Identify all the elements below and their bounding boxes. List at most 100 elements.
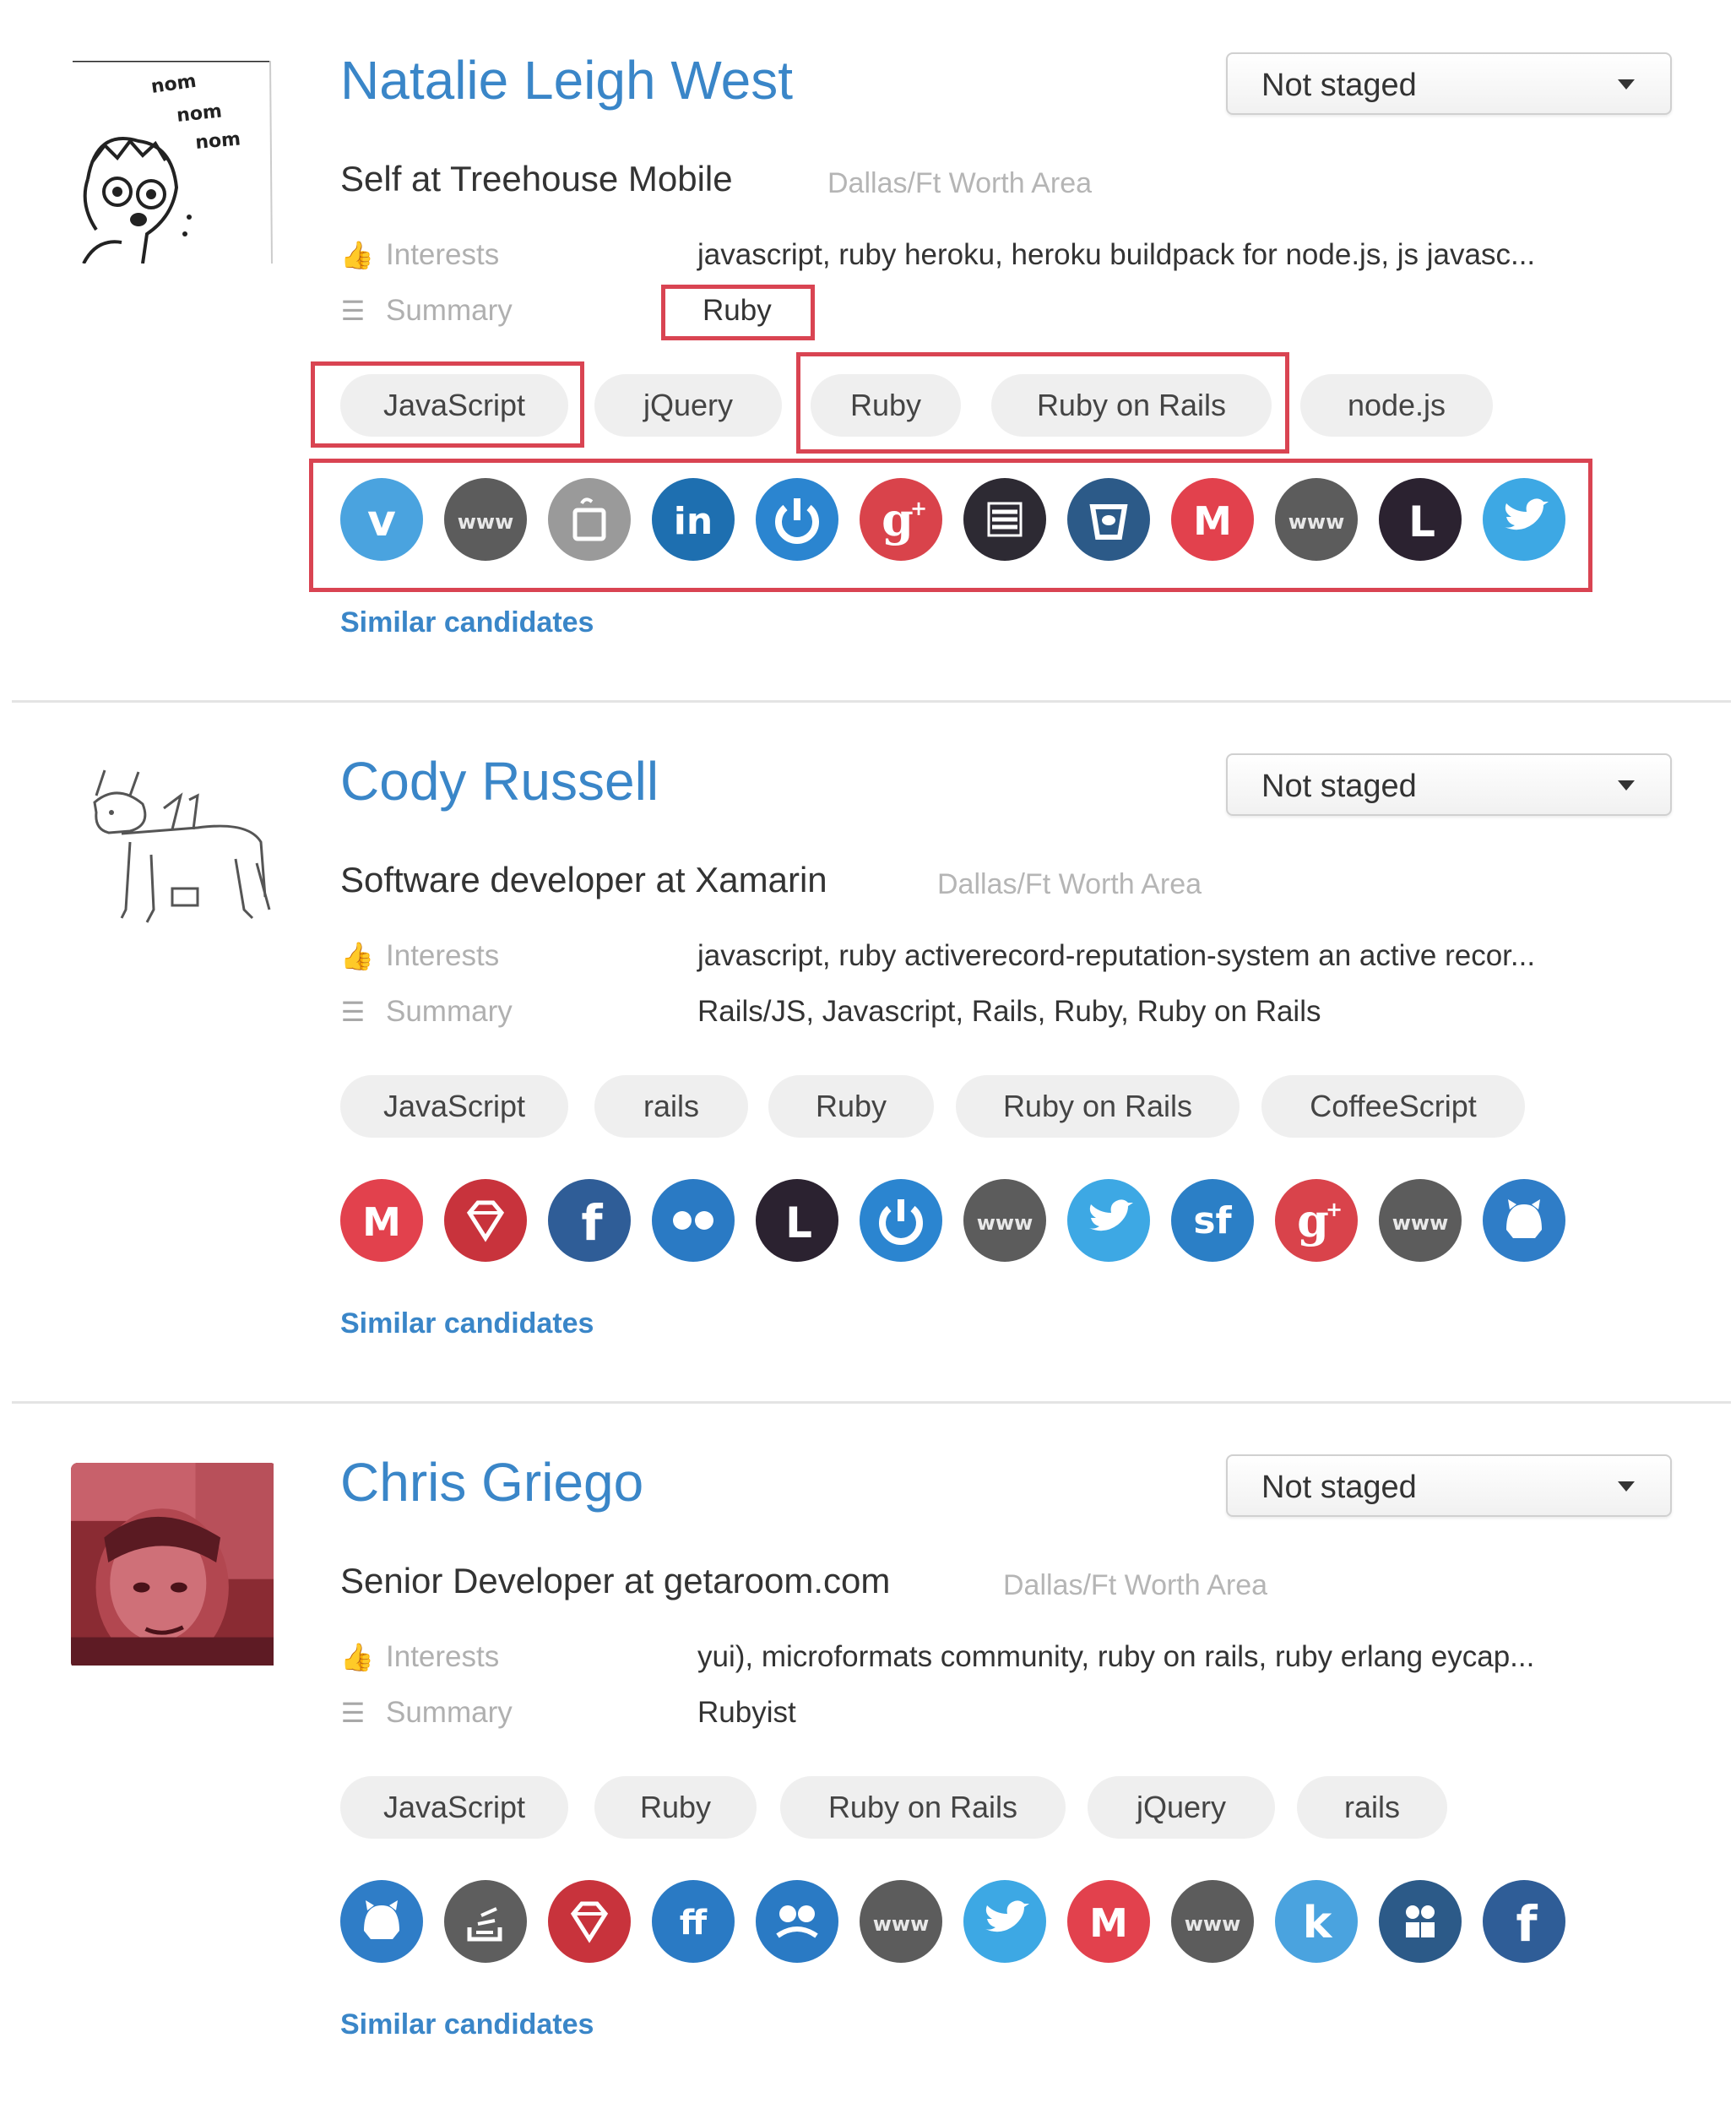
chevron-down-icon — [1618, 1481, 1635, 1492]
cup-icon[interactable] — [548, 478, 631, 561]
website-icon[interactable]: www — [1171, 1880, 1254, 1963]
skill-tag[interactable]: JavaScript — [340, 374, 568, 437]
google-plus-icon[interactable]: g + — [1275, 1179, 1358, 1262]
power-icon[interactable] — [860, 1179, 942, 1262]
website-icon[interactable]: www — [1275, 478, 1358, 561]
letter-l-icon[interactable]: L — [1379, 478, 1462, 561]
thumbs-up-icon: 👍 — [340, 1642, 374, 1672]
candidate-location: Dallas/Ft Worth Area — [827, 167, 1093, 199]
skill-tag[interactable]: Ruby — [768, 1075, 934, 1138]
meetup-icon[interactable]: M — [1067, 1880, 1150, 1963]
twitter-icon[interactable] — [1067, 1179, 1150, 1262]
meetup-icon[interactable]: M — [1171, 478, 1254, 561]
facebook-icon[interactable]: f — [1483, 1880, 1565, 1963]
candidate-headline: Senior Developer at getaroom.com — [340, 1561, 891, 1600]
summary-value: Ruby — [703, 294, 772, 327]
friendfeed-icon[interactable]: ff — [652, 1880, 735, 1963]
twitter-icon[interactable] — [963, 1880, 1046, 1963]
skill-tag[interactable]: Ruby — [811, 374, 961, 437]
website-icon[interactable]: www — [444, 478, 527, 561]
people-icon[interactable] — [756, 1880, 838, 1963]
website-icon[interactable]: www — [1379, 1179, 1462, 1262]
svg-text:M: M — [1193, 498, 1232, 544]
svg-text:v: v — [367, 496, 396, 546]
skill-tag[interactable]: Ruby — [594, 1776, 757, 1839]
skill-tag[interactable]: JavaScript — [340, 1075, 568, 1138]
klout-icon[interactable]: k — [1275, 1880, 1358, 1963]
svg-text:g: g — [1297, 1193, 1329, 1247]
facebook-icon[interactable]: f — [548, 1179, 631, 1262]
skill-tag[interactable]: rails — [1297, 1776, 1447, 1839]
website-icon[interactable]: www — [860, 1880, 942, 1963]
github-icon[interactable] — [1483, 1179, 1565, 1262]
candidate-location: Dallas/Ft Worth Area — [1003, 1569, 1268, 1601]
skill-tag[interactable]: rails — [594, 1075, 748, 1138]
summary-label: ☰ Summary — [340, 1696, 513, 1729]
similar-candidates-link[interactable]: Similar candidates — [340, 2008, 594, 2041]
avatar[interactable]: nom nom nom — [71, 61, 274, 264]
stackflow-icon[interactable]: sf — [1171, 1179, 1254, 1262]
svg-text:www: www — [873, 1912, 930, 1936]
flickr-icon[interactable] — [652, 1179, 735, 1262]
svg-text:M: M — [362, 1199, 401, 1245]
svg-text:ff: ff — [680, 1904, 708, 1943]
stage-select[interactable]: Not staged — [1226, 753, 1672, 816]
avatar[interactable] — [71, 762, 274, 965]
svg-text:f: f — [1516, 1895, 1538, 1953]
skill-tag[interactable]: Ruby on Rails — [780, 1776, 1066, 1839]
vimeo-icon[interactable]: v — [340, 478, 423, 561]
interests-value: yui), microformats community, ruby on ra… — [697, 1640, 1535, 1673]
twitter-icon[interactable] — [1483, 478, 1565, 561]
github-icon[interactable] — [340, 1880, 423, 1963]
candidate-name[interactable]: Cody Russell — [340, 750, 659, 812]
bucket-icon[interactable] — [1067, 478, 1150, 561]
svg-text:g: g — [882, 492, 914, 546]
svg-text:www: www — [458, 510, 514, 534]
interests-value: javascript, ruby heroku, heroku buildpac… — [697, 238, 1536, 271]
svg-text:sf: sf — [1193, 1199, 1232, 1242]
avatar[interactable] — [71, 1463, 277, 1669]
candidate-name[interactable]: Chris Griego — [340, 1451, 643, 1513]
interests-label: 👍 Interests — [340, 939, 500, 972]
linkedin-icon[interactable]: in — [652, 478, 735, 561]
meetup-icon[interactable]: M — [340, 1179, 423, 1262]
thumbs-up-icon: 👍 — [340, 240, 374, 270]
skill-tag[interactable]: jQuery — [1088, 1776, 1275, 1839]
candidate-name[interactable]: Natalie Leigh West — [340, 49, 793, 111]
svg-text:www: www — [1288, 510, 1345, 534]
similar-candidates-link[interactable]: Similar candidates — [340, 1307, 594, 1340]
interests-value: javascript, ruby activerecord-reputation… — [697, 939, 1536, 972]
svg-text:f: f — [581, 1194, 603, 1252]
website-icon[interactable]: www — [963, 1179, 1046, 1262]
similar-candidates-link[interactable]: Similar candidates — [340, 606, 594, 639]
stage-select[interactable]: Not staged — [1226, 52, 1672, 115]
google-plus-icon[interactable]: g + — [860, 478, 942, 561]
skill-tag[interactable]: Ruby on Rails — [991, 374, 1272, 437]
stage-select-value: Not staged — [1261, 1470, 1417, 1505]
letter-l-icon[interactable]: L — [756, 1179, 838, 1262]
svg-text:L: L — [1408, 497, 1435, 546]
gem-icon[interactable] — [444, 1179, 527, 1262]
stage-select-value: Not staged — [1261, 769, 1417, 804]
interests-label: 👍 Interests — [340, 238, 500, 271]
candidate-headline: Self at Treehouse Mobile — [340, 159, 733, 198]
summary-value: Rubyist — [697, 1696, 796, 1729]
avatar-text: nom — [194, 128, 241, 154]
gem-icon[interactable] — [548, 1880, 631, 1963]
stackoverflow-icon[interactable] — [444, 1880, 527, 1963]
skill-tag[interactable]: jQuery — [594, 374, 782, 437]
stage-select[interactable]: Not staged — [1226, 1454, 1672, 1517]
summary-label: ☰ Summary — [340, 294, 513, 327]
team-icon[interactable] — [1379, 1880, 1462, 1963]
svg-text:www: www — [977, 1211, 1033, 1235]
power-icon[interactable] — [756, 478, 838, 561]
list-icon[interactable] — [963, 478, 1046, 561]
skill-tag[interactable]: node.js — [1300, 374, 1493, 437]
stage-select-value: Not staged — [1261, 68, 1417, 103]
skill-tag[interactable]: Ruby on Rails — [956, 1075, 1240, 1138]
skill-tag[interactable]: JavaScript — [340, 1776, 568, 1839]
skill-tag[interactable]: CoffeeScript — [1261, 1075, 1525, 1138]
candidate-card: Cody Russell Not staged Software develop… — [0, 701, 1736, 1402]
menu-icon: ☰ — [340, 1698, 366, 1728]
svg-text:+: + — [910, 497, 927, 520]
